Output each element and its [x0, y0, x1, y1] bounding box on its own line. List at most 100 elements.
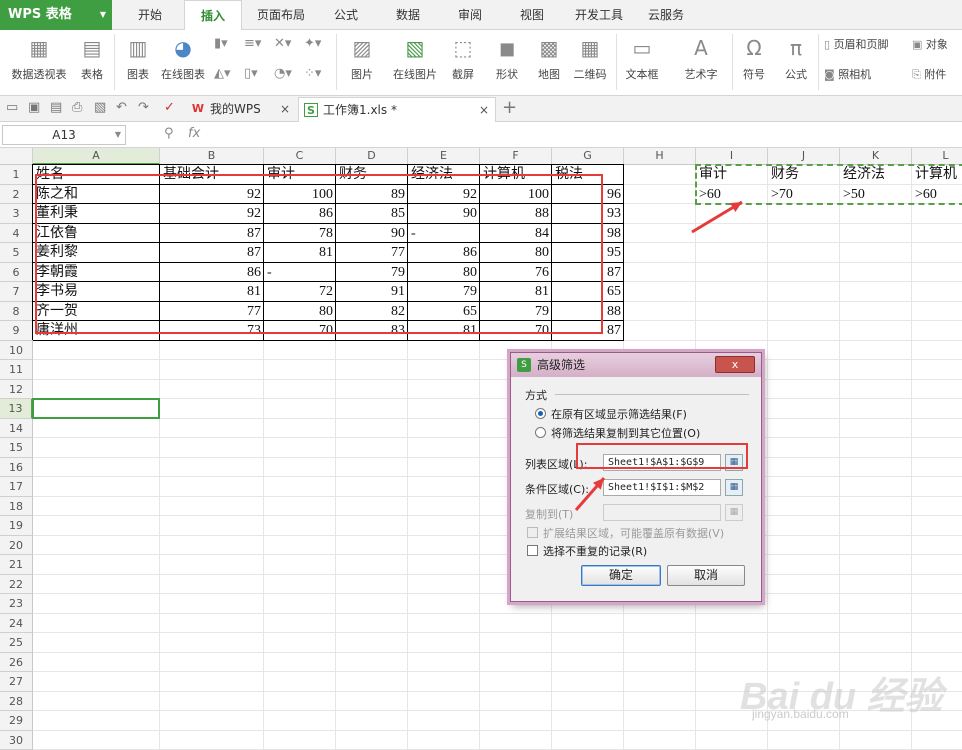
folder-icon[interactable]: ▭: [6, 100, 18, 115]
screenshot-button[interactable]: ⬚ 截屏: [446, 34, 480, 82]
scatter-chart-icon[interactable]: ✕▾: [274, 36, 291, 51]
tab-review[interactable]: 审阅: [442, 0, 498, 30]
shape-button[interactable]: ◼ 形状: [490, 34, 524, 82]
tab-page-layout[interactable]: 页面布局: [248, 0, 314, 30]
unique-records-checkbox[interactable]: [527, 545, 538, 556]
row-header-5[interactable]: 5: [0, 243, 33, 263]
qrcode-button[interactable]: ▦ 二维码: [570, 34, 610, 82]
pivot-table-button[interactable]: ▦ 数据透视表: [6, 34, 72, 82]
row-header-25[interactable]: 25: [0, 633, 33, 653]
tab-formula[interactable]: 公式: [318, 0, 374, 30]
area-chart-icon[interactable]: ◭▾: [214, 66, 231, 81]
column-header-L[interactable]: L: [912, 148, 962, 165]
row-header-18[interactable]: 18: [0, 496, 33, 516]
dialog-title-bar[interactable]: S 高级筛选 x: [511, 353, 761, 377]
picture-button[interactable]: ▨ 图片: [342, 34, 382, 82]
column-header-K[interactable]: K: [840, 148, 912, 165]
column-header-E[interactable]: E: [408, 148, 480, 165]
row-header-23[interactable]: 23: [0, 594, 33, 614]
print-icon[interactable]: ⎙: [72, 100, 82, 115]
row-header-16[interactable]: 16: [0, 457, 33, 477]
row-header-15[interactable]: 15: [0, 438, 33, 458]
stock-chart-icon[interactable]: ▯▾: [244, 66, 258, 81]
wps-app-button[interactable]: WPS 表格 ▼: [0, 0, 112, 30]
close-icon[interactable]: ×: [280, 97, 290, 121]
row-header-19[interactable]: 19: [0, 516, 33, 536]
row-header-2[interactable]: 2: [0, 184, 33, 204]
doc-tab-workbook1[interactable]: S 工作簿1.xls * ×: [298, 97, 496, 122]
online-picture-button[interactable]: ▧ 在线图片: [388, 34, 442, 82]
other-chart-icon[interactable]: ⁘▾: [304, 66, 321, 81]
spreadsheet-grid[interactable]: A B C D E F G H I J K L 1 2 3 4 5 6 7 8 9 10 11 12 13 14 15 16 17 18 1…: [0, 148, 962, 750]
column-header-C[interactable]: C: [264, 148, 336, 165]
active-cell-A13[interactable]: [32, 398, 160, 419]
tab-view[interactable]: 视图: [504, 0, 560, 30]
tab-home[interactable]: 开始: [120, 0, 180, 30]
header-footer-button[interactable]: ▯ 页眉和页脚: [824, 36, 889, 52]
add-tab-icon[interactable]: +: [502, 97, 517, 118]
undo-icon[interactable]: ↶: [116, 100, 127, 115]
column-header-A[interactable]: A: [33, 148, 160, 165]
row-header-29[interactable]: 29: [0, 711, 33, 731]
row-header-3[interactable]: 3: [0, 204, 33, 224]
redo-icon[interactable]: ↷: [138, 100, 149, 115]
option-in-place-radio[interactable]: [535, 408, 546, 419]
textbox-button[interactable]: ▭ 文本框: [620, 34, 664, 82]
zoom-icon[interactable]: ⚲: [164, 126, 174, 141]
pie-chart-icon[interactable]: ◔▾: [274, 66, 292, 81]
row-header-27[interactable]: 27: [0, 672, 33, 692]
wordart-button[interactable]: A 艺术字: [674, 34, 728, 82]
row-header-24[interactable]: 24: [0, 613, 33, 633]
row-header-7[interactable]: 7: [0, 282, 33, 302]
column-header-F[interactable]: F: [480, 148, 552, 165]
row-header-1[interactable]: 1: [0, 165, 33, 185]
map-button[interactable]: ▩ 地图: [532, 34, 566, 82]
row-header-20[interactable]: 20: [0, 535, 33, 555]
row-header-8[interactable]: 8: [0, 301, 33, 321]
column-header-D[interactable]: D: [336, 148, 408, 165]
unique-records-label[interactable]: 选择不重复的记录(R): [543, 543, 647, 559]
camera-button[interactable]: ◙ 照相机: [824, 66, 871, 82]
range-picker-icon[interactable]: ▦: [725, 454, 743, 471]
range-picker-icon[interactable]: ▦: [725, 479, 743, 496]
line-chart-icon[interactable]: ≡▾: [244, 36, 261, 51]
row-header-28[interactable]: 28: [0, 691, 33, 711]
row-header-10[interactable]: 10: [0, 340, 33, 360]
expand-result-checkbox[interactable]: [527, 527, 538, 538]
column-header-H[interactable]: H: [624, 148, 696, 165]
row-header-30[interactable]: 30: [0, 730, 33, 750]
list-range-input[interactable]: Sheet1!$A$1:$G$9: [603, 454, 721, 471]
column-header-G[interactable]: G: [552, 148, 624, 165]
ok-button[interactable]: 确定: [581, 565, 661, 586]
dialog-close-button[interactable]: x: [715, 356, 755, 373]
chart-button[interactable]: ▥ 图表: [120, 34, 156, 82]
column-header-B[interactable]: B: [160, 148, 264, 165]
fx-icon[interactable]: fx: [188, 126, 200, 141]
tab-developer[interactable]: 开发工具: [566, 0, 632, 30]
close-icon[interactable]: ×: [479, 98, 489, 122]
save-icon[interactable]: ▣: [28, 100, 40, 115]
tab-insert[interactable]: 插入: [184, 0, 242, 31]
row-header-17[interactable]: 17: [0, 477, 33, 497]
row-header-9[interactable]: 9: [0, 321, 33, 341]
doc-tab-my-wps[interactable]: W 我的WPS ×: [186, 97, 296, 122]
row-header-13[interactable]: 13: [0, 399, 33, 419]
criteria-range-input[interactable]: Sheet1!$I$1:$M$2: [603, 479, 721, 496]
online-chart-button[interactable]: ◕ 在线图表: [156, 34, 210, 82]
row-header-6[interactable]: 6: [0, 262, 33, 282]
row-header-14[interactable]: 14: [0, 418, 33, 438]
formula-button[interactable]: π 公式: [778, 34, 814, 82]
row-header-26[interactable]: 26: [0, 652, 33, 672]
option-in-place-label[interactable]: 在原有区域显示筛选结果(F): [551, 406, 687, 422]
pdf-export-icon[interactable]: ▤: [50, 100, 62, 115]
name-box[interactable]: A13 ▼: [2, 125, 126, 145]
option-copy-label[interactable]: 将筛选结果复制到其它位置(O): [551, 425, 700, 441]
object-button[interactable]: ▣ 对象: [912, 36, 948, 52]
print-preview-icon[interactable]: ▧: [94, 100, 106, 115]
symbol-button[interactable]: Ω 符号: [736, 34, 772, 82]
select-all-corner[interactable]: [0, 148, 33, 165]
option-copy-radio[interactable]: [535, 427, 546, 438]
row-header-11[interactable]: 11: [0, 360, 33, 380]
radar-chart-icon[interactable]: ✦▾: [304, 36, 321, 51]
pin-icon[interactable]: ✓: [164, 100, 175, 115]
